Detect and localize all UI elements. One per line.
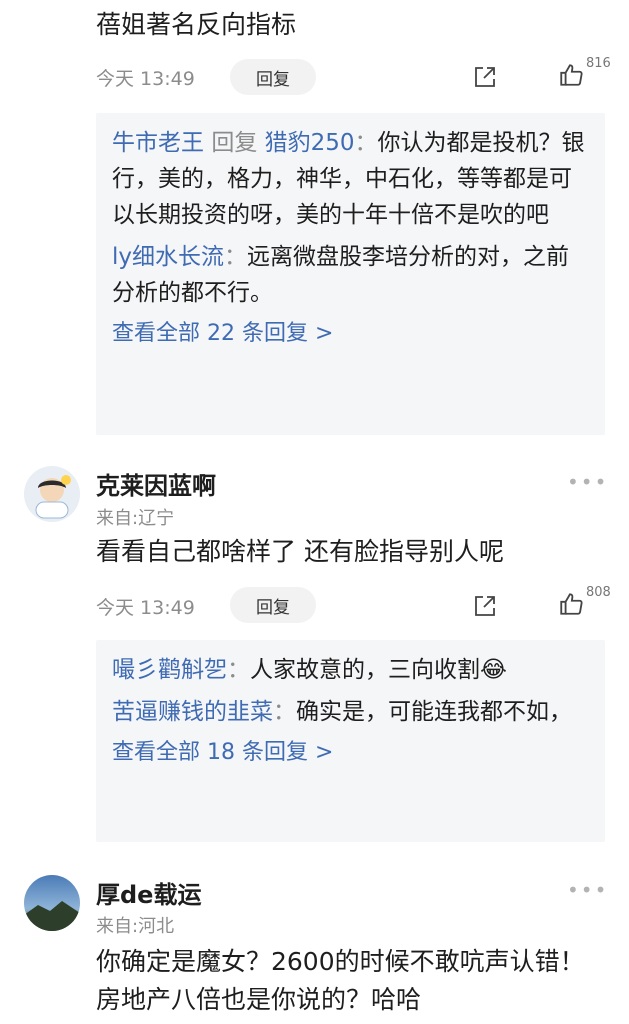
avatar[interactable]	[24, 466, 80, 522]
reply-nick[interactable]: 牛市老王	[112, 130, 204, 156]
reply-sep: ：	[224, 244, 248, 270]
comment-time: 今天 13:49	[96, 68, 195, 90]
reply-thread: 嘬彡鹳斛乫：人家故意的，三向收割😂 苦逼赚钱的韭菜：确实是，可能连我都不如， 查…	[96, 640, 605, 842]
reply-button[interactable]: 回复	[230, 59, 316, 95]
reply-sep: ：	[227, 657, 250, 683]
view-all-replies-link[interactable]: 查看全部 18 条回复 >	[112, 736, 589, 770]
view-all-replies-link[interactable]: 查看全部 22 条回复 >	[112, 317, 589, 351]
reply-button[interactable]: 回复	[230, 587, 316, 623]
more-dots-icon[interactable]: •••	[567, 878, 608, 902]
like-count: 816	[586, 56, 611, 71]
more-dots-icon[interactable]: •••	[567, 470, 608, 494]
reply-item: 苦逼赚钱的韭菜：确实是，可能连我都不如，	[112, 694, 589, 730]
comment-text: 看看自己都啥样了 还有脸指导别人呢	[96, 537, 504, 566]
share-icon[interactable]	[473, 594, 497, 622]
thumbs-up-icon	[560, 593, 583, 615]
reply-item: 牛市老王 回复 猎豹250：你认为都是投机？银行，美的，格力，神华，中石化，等等…	[112, 125, 589, 233]
reply-nick[interactable]: ly细水长流	[112, 244, 224, 270]
like-button[interactable]: 816	[558, 56, 611, 88]
comment-time: 今天 13:49	[96, 597, 195, 619]
comment-text: 蓓姐著名反向指标	[96, 10, 297, 39]
like-button[interactable]: 808	[558, 585, 611, 617]
reply-nick[interactable]: 苦逼赚钱的韭菜	[112, 699, 273, 725]
reply-target[interactable]: 猎豹250	[265, 130, 355, 156]
username[interactable]: 厚de载运	[96, 875, 201, 910]
reply-text: 人家故意的，三向收割😂	[250, 657, 507, 683]
location-label: 来自:辽宁	[96, 508, 175, 529]
username[interactable]: 克莱因蓝啊	[96, 466, 216, 501]
reply-sep: ：	[354, 130, 378, 156]
reply-word: 回复	[211, 130, 258, 156]
reply-item: ly细水长流：远离微盘股李培分析的对，之前分析的都不行。	[112, 239, 589, 311]
reply-text: 确实是，可能连我都不如，	[296, 699, 572, 725]
like-count: 808	[586, 585, 611, 600]
location-label: 来自:河北	[96, 916, 175, 937]
comment-text: 你确定是魔女？2600的时候不敢吭声认错！房地产八倍也是你说的？哈哈	[96, 947, 585, 1014]
reply-nick[interactable]: 嘬彡鹳斛乫	[112, 657, 227, 683]
reply-item: 嘬彡鹳斛乫：人家故意的，三向收割😂	[112, 652, 589, 688]
reply-thread: 牛市老王 回复 猎豹250：你认为都是投机？银行，美的，格力，神华，中石化，等等…	[96, 113, 605, 435]
avatar[interactable]	[24, 875, 80, 931]
reply-sep: ：	[273, 699, 296, 725]
thumbs-up-icon	[560, 64, 583, 86]
share-icon[interactable]	[473, 65, 497, 93]
